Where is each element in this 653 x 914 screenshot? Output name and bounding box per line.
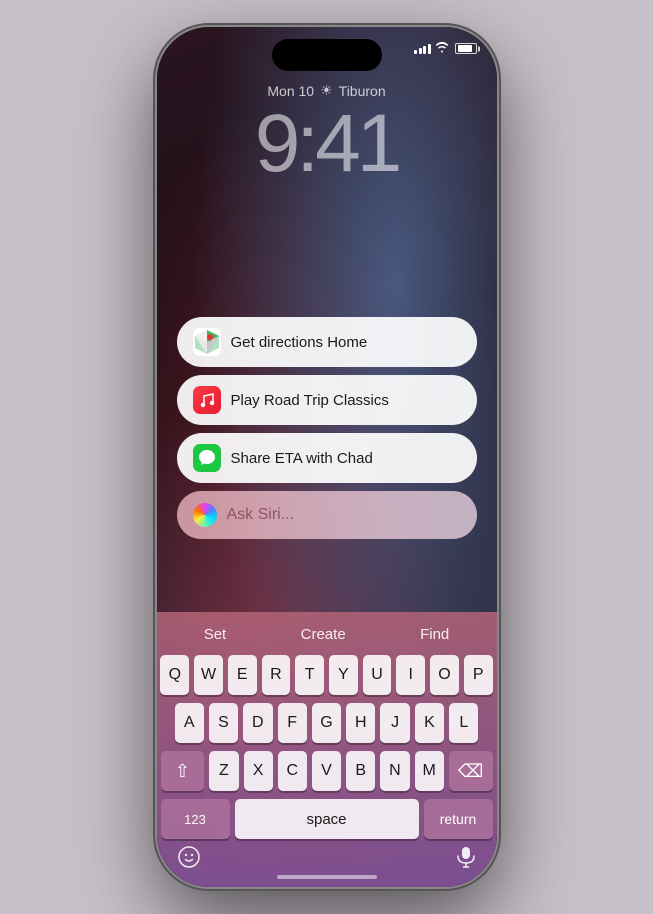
key-c[interactable]: C [278,751,307,791]
key-d[interactable]: D [243,703,272,743]
key-z[interactable]: Z [209,751,238,791]
delete-key[interactable]: ⌫ [449,751,493,791]
key-y[interactable]: Y [329,655,358,695]
keyboard-row-4: 123 space return [161,799,493,839]
keyboard-row-3: ⇧ Z X C V B N M ⌫ [161,751,493,791]
key-b[interactable]: B [346,751,375,791]
messages-icon [193,444,221,472]
wifi-icon [435,41,449,56]
key-x[interactable]: X [244,751,273,791]
key-t[interactable]: T [295,655,324,695]
suggestion-music-label: Play Road Trip Classics [231,392,389,409]
microphone-button[interactable] [455,846,477,874]
key-r[interactable]: R [262,655,291,695]
signal-icon [414,44,431,54]
keyboard-row-1: Q W E R T Y U I O P [161,655,493,695]
key-j[interactable]: J [380,703,409,743]
home-indicator[interactable] [277,875,377,879]
key-w[interactable]: W [194,655,223,695]
emoji-button[interactable] [177,845,201,875]
maps-icon [193,328,221,356]
pred-word-create[interactable]: Create [281,622,366,647]
key-n[interactable]: N [380,751,409,791]
key-v[interactable]: V [312,751,341,791]
suggestion-music[interactable]: Play Road Trip Classics [177,375,477,425]
dynamic-island [272,39,382,71]
time-display: 9:41 [157,103,497,185]
predictive-bar: Set Create Find [157,618,497,655]
clock-area: Mon 10 ☀ Tiburon 9:41 [157,82,497,185]
key-rows: Q W E R T Y U I O P A S D F G H J K [157,655,497,839]
suggestion-messages-label: Share ETA with Chad [231,450,373,467]
key-h[interactable]: H [346,703,375,743]
music-icon [193,386,221,414]
key-g[interactable]: G [312,703,341,743]
suggestion-directions-label: Get directions Home [231,334,368,351]
key-k[interactable]: K [415,703,444,743]
phone-frame: Mon 10 ☀ Tiburon 9:41 Get directi [157,27,497,887]
return-key[interactable]: return [424,799,493,839]
key-i[interactable]: I [396,655,425,695]
bottom-bar [157,839,497,877]
pred-word-set[interactable]: Set [184,622,247,647]
key-u[interactable]: U [363,655,392,695]
location-text: Tiburon [339,83,386,99]
key-e[interactable]: E [228,655,257,695]
key-m[interactable]: M [415,751,444,791]
key-s[interactable]: S [209,703,238,743]
key-o[interactable]: O [430,655,459,695]
weather-icon: ☀ [320,82,333,99]
key-l[interactable]: L [449,703,478,743]
keyboard-area: Set Create Find Q W E R T Y U I O P A S [157,612,497,887]
battery-icon [455,43,477,54]
key-123[interactable]: 123 [161,799,230,839]
shift-key[interactable]: ⇧ [161,751,205,791]
status-right [414,41,477,56]
siri-orb-icon [193,503,217,527]
suggestion-directions[interactable]: Get directions Home [177,317,477,367]
siri-input-row[interactable]: Ask Siri... [177,491,477,539]
key-a[interactable]: A [175,703,204,743]
key-f[interactable]: F [278,703,307,743]
key-p[interactable]: P [464,655,493,695]
space-key[interactable]: space [235,799,419,839]
date-weather-row: Mon 10 ☀ Tiburon [157,82,497,99]
pred-word-find[interactable]: Find [400,622,469,647]
suggestions-area: Get directions Home Play Road Trip Class… [177,317,477,539]
siri-placeholder: Ask Siri... [227,506,295,524]
date-text: Mon 10 [267,83,314,99]
keyboard-row-2: A S D F G H J K L [161,703,493,743]
key-q[interactable]: Q [160,655,189,695]
suggestion-messages[interactable]: Share ETA with Chad [177,433,477,483]
